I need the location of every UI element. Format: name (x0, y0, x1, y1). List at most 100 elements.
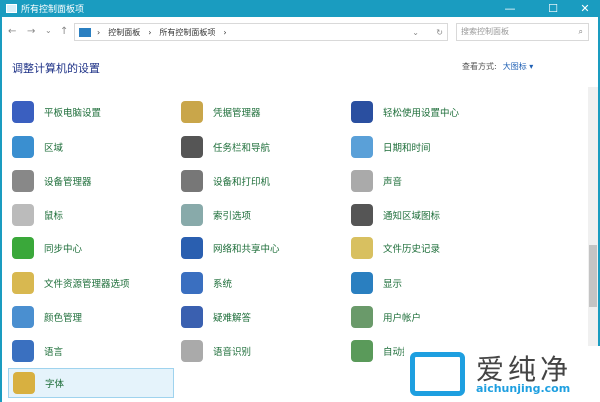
navigation-bar: ← → ⌄ ↑ › 控制面板 › 所有控制面板项 › ⌄ ↻ 搜索控制面板 ⌕ (0, 22, 600, 42)
item-label: 颜色管理 (44, 313, 83, 324)
control-panel-item[interactable]: 鼠标 (12, 200, 63, 230)
view-by: 查看方式: 大图标 ▾ (462, 61, 533, 72)
item-label: 任务栏和导航 (213, 143, 271, 154)
breadcrumb-sep-icon: › (148, 27, 152, 37)
item-label: 鼠标 (44, 211, 64, 222)
refresh-button[interactable]: ↻ (436, 28, 443, 37)
watermark-url: aichunjing.com (476, 382, 571, 395)
breadcrumb-sep-icon: › (97, 27, 101, 37)
control-panel-item[interactable]: 文件资源管理器选项 (12, 268, 130, 298)
item-label: 网络和共享中心 (213, 244, 280, 255)
control-panel-item[interactable]: 索引选项 (181, 200, 251, 230)
item-icon (12, 204, 34, 226)
item-label: 显示 (383, 279, 403, 290)
address-dropdown-icon[interactable]: ⌄ (412, 28, 419, 37)
control-panel-item[interactable]: 轻松使用设置中心 (351, 97, 459, 127)
item-label: 疑难解答 (213, 313, 252, 324)
item-icon (351, 272, 373, 294)
item-icon (181, 340, 203, 362)
item-icon (351, 237, 373, 259)
item-icon (12, 340, 34, 362)
control-panel-item[interactable]: 系统 (181, 268, 232, 298)
item-label: 平板电脑设置 (44, 108, 102, 119)
item-icon (12, 136, 34, 158)
control-panel-item[interactable]: 网络和共享中心 (181, 233, 280, 263)
item-icon (181, 170, 203, 192)
item-label: 设备和打印机 (213, 177, 271, 188)
item-label: 声音 (383, 177, 403, 188)
control-panel-icon (79, 27, 91, 37)
search-input[interactable]: 搜索控制面板 ⌕ (456, 23, 589, 41)
control-panel-item[interactable]: 任务栏和导航 (181, 132, 270, 162)
item-icon (12, 170, 34, 192)
control-panel-item[interactable]: 语言 (12, 336, 63, 366)
item-icon (351, 204, 373, 226)
item-icon (181, 306, 203, 328)
item-label: 日期和时间 (383, 143, 431, 154)
control-panel-item[interactable]: 显示 (351, 268, 402, 298)
item-icon (12, 272, 34, 294)
item-label: 同步中心 (44, 244, 83, 255)
page-title: 调整计算机的设置 (12, 62, 100, 75)
item-label: 索引选项 (213, 211, 252, 222)
back-button[interactable]: ← (8, 26, 16, 37)
item-icon (351, 306, 373, 328)
item-label: 凭据管理器 (213, 108, 261, 119)
item-label: 轻松使用设置中心 (383, 108, 460, 119)
breadcrumb-all-items[interactable]: 所有控制面板项 (159, 27, 215, 38)
control-panel-item[interactable]: 用户帐户 (351, 302, 421, 332)
item-icon (351, 136, 373, 158)
minimize-button[interactable]: — (495, 0, 525, 17)
view-by-label: 查看方式: (462, 62, 497, 71)
item-label: 区域 (44, 143, 64, 154)
control-panel-item[interactable]: 凭据管理器 (181, 97, 261, 127)
control-panel-item[interactable]: 文件历史记录 (351, 233, 440, 263)
item-icon (181, 272, 203, 294)
breadcrumb-control-panel[interactable]: 控制面板 (108, 27, 140, 38)
control-panel-item[interactable]: 颜色管理 (12, 302, 82, 332)
view-by-dropdown[interactable]: 大图标 ▾ (503, 62, 534, 71)
control-panel-item[interactable]: 通知区域图标 (351, 200, 440, 230)
item-icon (12, 101, 34, 123)
breadcrumb-sep-icon: › (223, 27, 227, 37)
scrollbar-thumb[interactable] (589, 245, 597, 307)
item-label: 文件资源管理器选项 (44, 279, 130, 290)
forward-button[interactable]: → (27, 26, 35, 37)
control-panel-item[interactable]: 平板电脑设置 (12, 97, 101, 127)
address-bar[interactable]: › 控制面板 › 所有控制面板项 › ⌄ ↻ (74, 23, 448, 41)
control-panel-item[interactable]: 区域 (12, 132, 63, 162)
search-placeholder: 搜索控制面板 (461, 27, 509, 36)
item-label: 语音识别 (213, 347, 252, 358)
item-label: 文件历史记录 (383, 244, 441, 255)
control-panel-item[interactable]: 同步中心 (12, 233, 82, 263)
item-icon (181, 204, 203, 226)
control-panel-item[interactable]: 字体 (8, 368, 174, 398)
maximize-button[interactable]: ☐ (538, 0, 568, 17)
item-icon (13, 372, 35, 394)
control-panel-item[interactable]: 语音识别 (181, 336, 251, 366)
item-label: 用户帐户 (383, 313, 422, 324)
control-panel-item[interactable]: 声音 (351, 166, 402, 196)
item-icon (351, 101, 373, 123)
close-button[interactable]: ✕ (570, 0, 600, 17)
watermark: 爱纯净 aichunjing.com (404, 346, 600, 402)
item-icon (351, 340, 373, 362)
item-icon (12, 306, 34, 328)
item-icon (181, 237, 203, 259)
control-panel-item[interactable]: 日期和时间 (351, 132, 431, 162)
control-panel-icon (6, 4, 17, 13)
watermark-logo (410, 352, 465, 396)
item-label: 通知区域图标 (383, 211, 441, 222)
control-panel-item[interactable]: 设备和打印机 (181, 166, 270, 196)
item-icon (181, 136, 203, 158)
control-panel-item[interactable]: 疑难解答 (181, 302, 251, 332)
item-label: 设备管理器 (44, 177, 92, 188)
item-icon (181, 101, 203, 123)
item-icon (12, 237, 34, 259)
recent-locations-button[interactable]: ⌄ (45, 26, 52, 35)
window-title: 所有控制面板项 (21, 5, 85, 15)
item-label: 字体 (45, 379, 65, 390)
item-icon (351, 170, 373, 192)
control-panel-item[interactable]: 设备管理器 (12, 166, 92, 196)
up-button[interactable]: ↑ (60, 26, 68, 37)
